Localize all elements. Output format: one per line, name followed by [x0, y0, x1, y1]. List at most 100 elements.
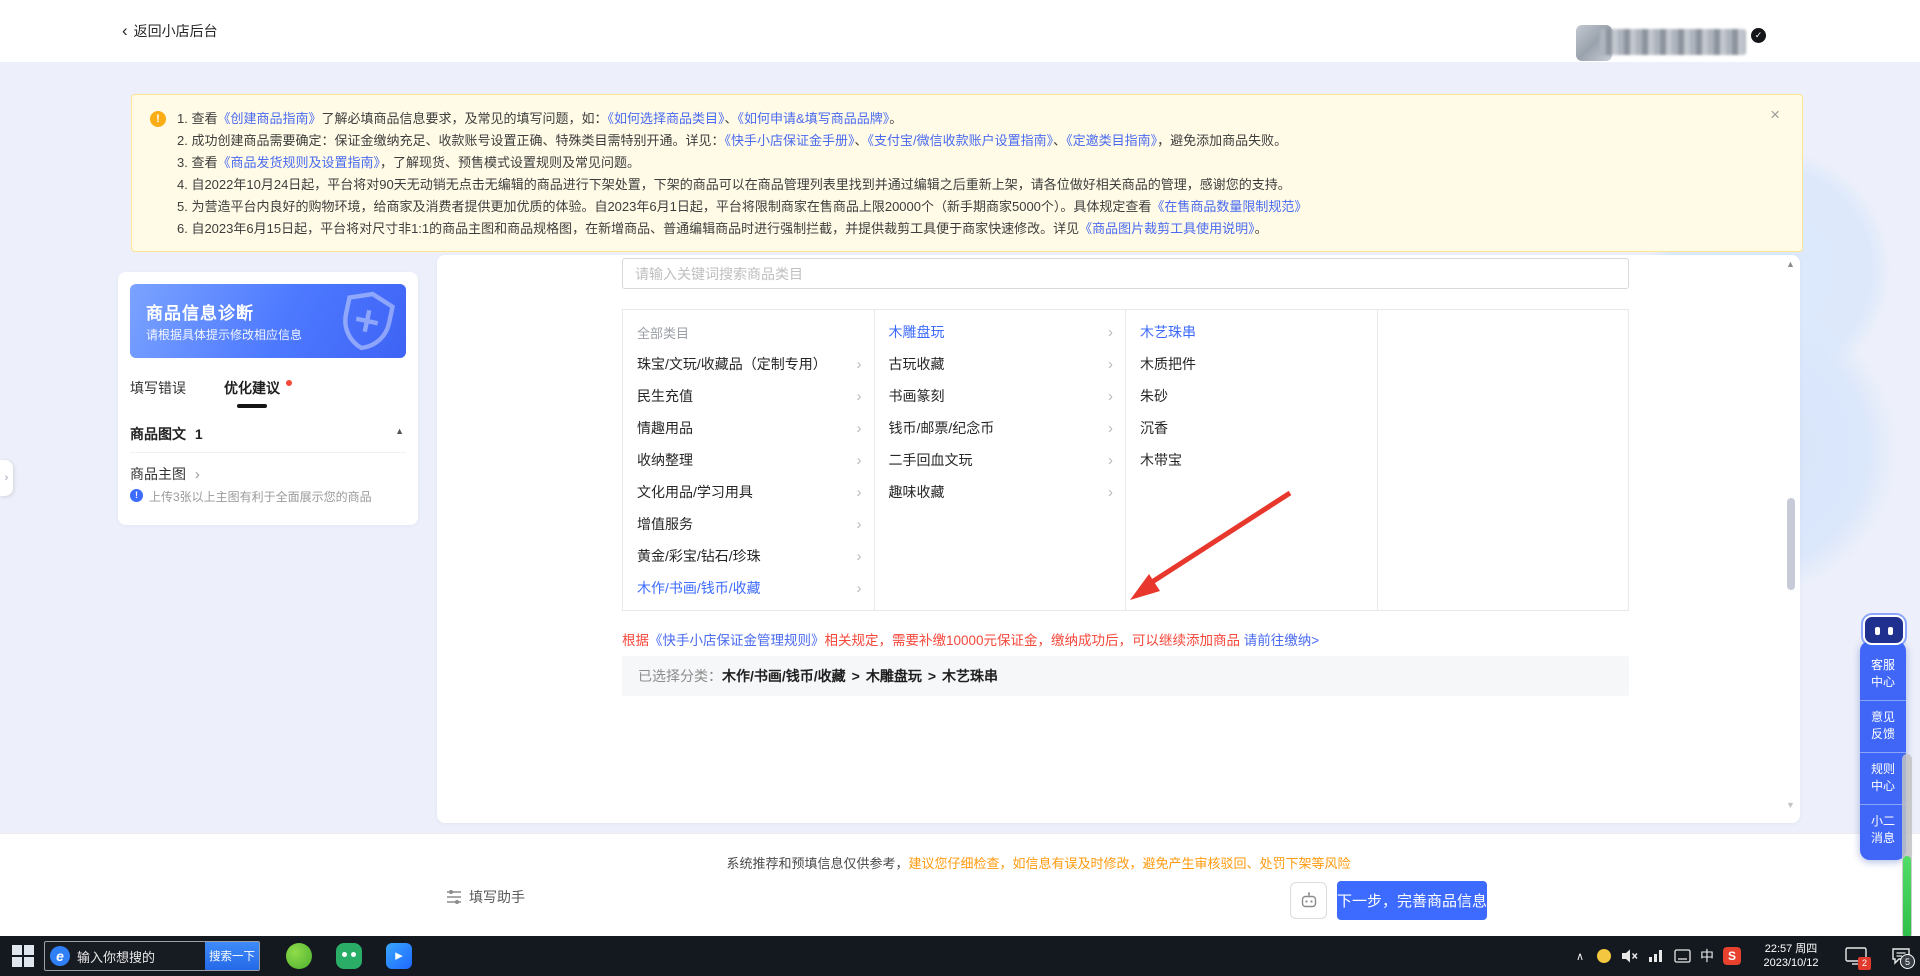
ime-indicator[interactable]: 中	[1696, 936, 1718, 976]
notice-line: 6. 自2023年6月15日起，平台将对尺寸非1:1的商品主图和商品规格图，在新…	[177, 218, 1757, 240]
inline-link[interactable]: 《创建商品指南》	[217, 111, 321, 126]
selected-category-bar: 已选择分类： 木作/书画/钱币/收藏>木雕盘玩>木艺珠串	[622, 656, 1629, 696]
float-menu-item[interactable]: 规则中心	[1860, 752, 1906, 804]
inline-link[interactable]: 《快手小店保证金手册》	[724, 133, 854, 148]
inline-link[interactable]: 《如何申请&填写商品品牌》	[738, 111, 890, 126]
tab-optimize-suggestions[interactable]: 优化建议	[224, 378, 280, 398]
taskbar-search-button[interactable]: 搜索一下	[205, 942, 259, 970]
inline-text: 、	[854, 133, 867, 148]
category-item-label: 钱币/邮票/纪念币	[889, 418, 1109, 438]
inline-text: 、	[725, 111, 738, 126]
screenshot-badge: 2	[1858, 957, 1871, 970]
category-item[interactable]: 木作/书画/钱币/收藏›	[623, 572, 874, 604]
category-item-label: 木作/书画/钱币/收藏	[637, 578, 857, 598]
category-item[interactable]: 收纳整理›	[623, 444, 874, 476]
section-count: 1	[195, 426, 203, 442]
selected-category-label: 已选择分类：	[638, 666, 722, 686]
category-item[interactable]: 情趣用品›	[623, 412, 874, 444]
diagnosis-title: 商品信息诊断	[146, 299, 254, 324]
screenshot-tray-icon[interactable]: 2	[1840, 936, 1872, 976]
category-item[interactable]: 文化用品/学习用具›	[623, 476, 874, 508]
inline-text: 5. 为营造平台内良好的购物环境，给商家及消费者提供更加优质的体验。自2023年…	[177, 199, 1151, 214]
close-icon[interactable]: ×	[1770, 105, 1780, 125]
category-item[interactable]: 朱砂	[1126, 380, 1377, 412]
inline-text: 了解必填商品信息要求，及常见的填写问题，如：	[321, 111, 607, 126]
start-button-icon[interactable]	[12, 945, 34, 967]
category-item[interactable]: 黄金/彩宝/钻石/珍珠›	[623, 540, 874, 572]
breadcrumb-item: 木作/书画/钱币/收藏	[722, 668, 846, 684]
category-item[interactable]: 二手回血文玩›	[875, 444, 1126, 476]
category-item[interactable]: 木带宝	[1126, 444, 1377, 476]
diagnosis-banner: 商品信息诊断 请根据具体提示修改相应信息	[130, 284, 406, 358]
section-header[interactable]: 商品图文 1 ▲	[130, 424, 406, 444]
inline-text: 1. 查看	[177, 111, 217, 126]
censored-username	[1600, 29, 1746, 55]
scroll-down-icon[interactable]: ▼	[1786, 800, 1795, 810]
footer-notice: 系统推荐和预填信息仅供参考，建议您仔细检查，如信息有误及时修改，避免产生审核驳回…	[437, 853, 1640, 872]
chevron-right-icon: ›	[195, 466, 200, 483]
inline-link[interactable]: 《商品图片裁剪工具使用说明》	[1079, 221, 1255, 236]
category-item[interactable]: 古玩收藏›	[875, 348, 1126, 380]
next-step-button[interactable]: 下一步，完善商品信息	[1337, 881, 1487, 920]
inline-text: ，避免添加商品失败。	[1157, 133, 1287, 148]
breadcrumb-separator: >	[928, 668, 936, 684]
inline-link[interactable]: 请前往缴纳>	[1244, 633, 1319, 648]
float-menu-item[interactable]: 小二消息	[1860, 804, 1906, 856]
assistant-icon	[446, 890, 462, 904]
sogou-icon[interactable]: S	[1720, 936, 1744, 976]
category-item[interactable]: 钱币/邮票/纪念币›	[875, 412, 1126, 444]
category-item[interactable]: 增值服务›	[623, 508, 874, 540]
top-header: ‹ 返回小店后台 ✓	[0, 0, 1920, 62]
scrollbar-thumb[interactable]	[1787, 498, 1795, 590]
inline-link[interactable]: 《定邀类目指南》	[1066, 133, 1157, 148]
category-item[interactable]: 木雕盘玩›	[875, 316, 1126, 348]
page-scrollbar-thumb[interactable]	[1903, 856, 1911, 938]
wechat-icon[interactable]	[336, 943, 362, 969]
app-icon[interactable]: ▸	[386, 943, 412, 969]
inline-link[interactable]: 《快手小店保证金管理规则》	[649, 633, 825, 648]
notice-line: 1. 查看《创建商品指南》了解必填商品信息要求，及常见的填写问题，如：《如何选择…	[177, 108, 1757, 130]
touch-keyboard-icon[interactable]	[1670, 936, 1694, 976]
info-icon: !	[130, 489, 143, 502]
scroll-up-icon[interactable]: ▲	[1786, 259, 1795, 269]
windows-taskbar: e 输入你想搜的 搜索一下 ▸ ∧ 中 S 22:57 周四 2023/10/1…	[0, 936, 1920, 976]
float-menu-item[interactable]: 客服中心	[1860, 649, 1906, 700]
category-column-2: 木雕盘玩›古玩收藏›书画篆刻›钱币/邮票/纪念币›二手回血文玩›趣味收藏›	[874, 310, 1126, 610]
notice-line: 2. 成功创建商品需要确定：保证金缴纳充足、收款账号设置正确、特殊类目需特别开通…	[177, 130, 1757, 152]
volume-muted-icon[interactable]	[1618, 936, 1642, 976]
inline-link[interactable]: 《在售商品数量限制规范》	[1151, 199, 1307, 214]
tray-collapse-icon[interactable]: ∧	[1570, 936, 1590, 976]
taskbar-clock[interactable]: 22:57 周四 2023/10/12	[1748, 936, 1834, 976]
tab-fill-errors[interactable]: 填写错误	[130, 378, 186, 398]
back-to-shop-link[interactable]: ‹ 返回小店后台	[122, 21, 218, 41]
category-item[interactable]: 书画篆刻›	[875, 380, 1126, 412]
taskbar-search-box[interactable]: e 输入你想搜的 搜索一下	[44, 941, 260, 971]
category-item[interactable]: 木质把件	[1126, 348, 1377, 380]
service-robot-icon[interactable]	[1863, 615, 1905, 645]
tray-yellow-icon[interactable]	[1594, 936, 1614, 976]
inline-link[interactable]: 《支付宝/微信收款账户设置指南》	[868, 133, 1054, 148]
category-item[interactable]: 沉香	[1126, 412, 1377, 444]
category-item[interactable]: 趣味收藏›	[875, 476, 1126, 508]
float-menu-item[interactable]: 意见反馈	[1860, 700, 1906, 752]
category-item-label: 木质把件	[1140, 354, 1365, 374]
network-icon[interactable]	[1644, 936, 1668, 976]
inline-link[interactable]: 《如何选择商品类目》	[608, 111, 725, 126]
category-search-input[interactable]	[622, 258, 1629, 289]
category-item[interactable]: 民生充值›	[623, 380, 874, 412]
category-column-1: 全部类目珠宝/文玩/收藏品（定制专用）›民生充值›情趣用品›收纳整理›文化用品/…	[623, 310, 874, 610]
category-item-label: 二手回血文玩	[889, 450, 1109, 470]
robot-assistant-button[interactable]	[1290, 882, 1327, 919]
panel-collapse-handle[interactable]: ›	[0, 460, 13, 496]
category-item-label: 木艺珠串	[1140, 322, 1365, 342]
category-item[interactable]: 木艺珠串	[1126, 316, 1377, 348]
category-item[interactable]: 珠宝/文玩/收藏品（定制专用）›	[623, 348, 874, 380]
fill-assistant-button[interactable]: 填写助手	[446, 887, 525, 907]
inline-text: 。	[889, 111, 902, 126]
browser-360-icon[interactable]	[286, 943, 312, 969]
main-image-link[interactable]: 商品主图 ›	[130, 464, 200, 484]
message-tray-icon[interactable]: 5	[1884, 936, 1918, 976]
category-item-label: 书画篆刻	[889, 386, 1109, 406]
category-item-label: 珠宝/文玩/收藏品（定制专用）	[637, 354, 857, 374]
inline-link[interactable]: 《商品发货规则及设置指南》	[217, 155, 380, 170]
